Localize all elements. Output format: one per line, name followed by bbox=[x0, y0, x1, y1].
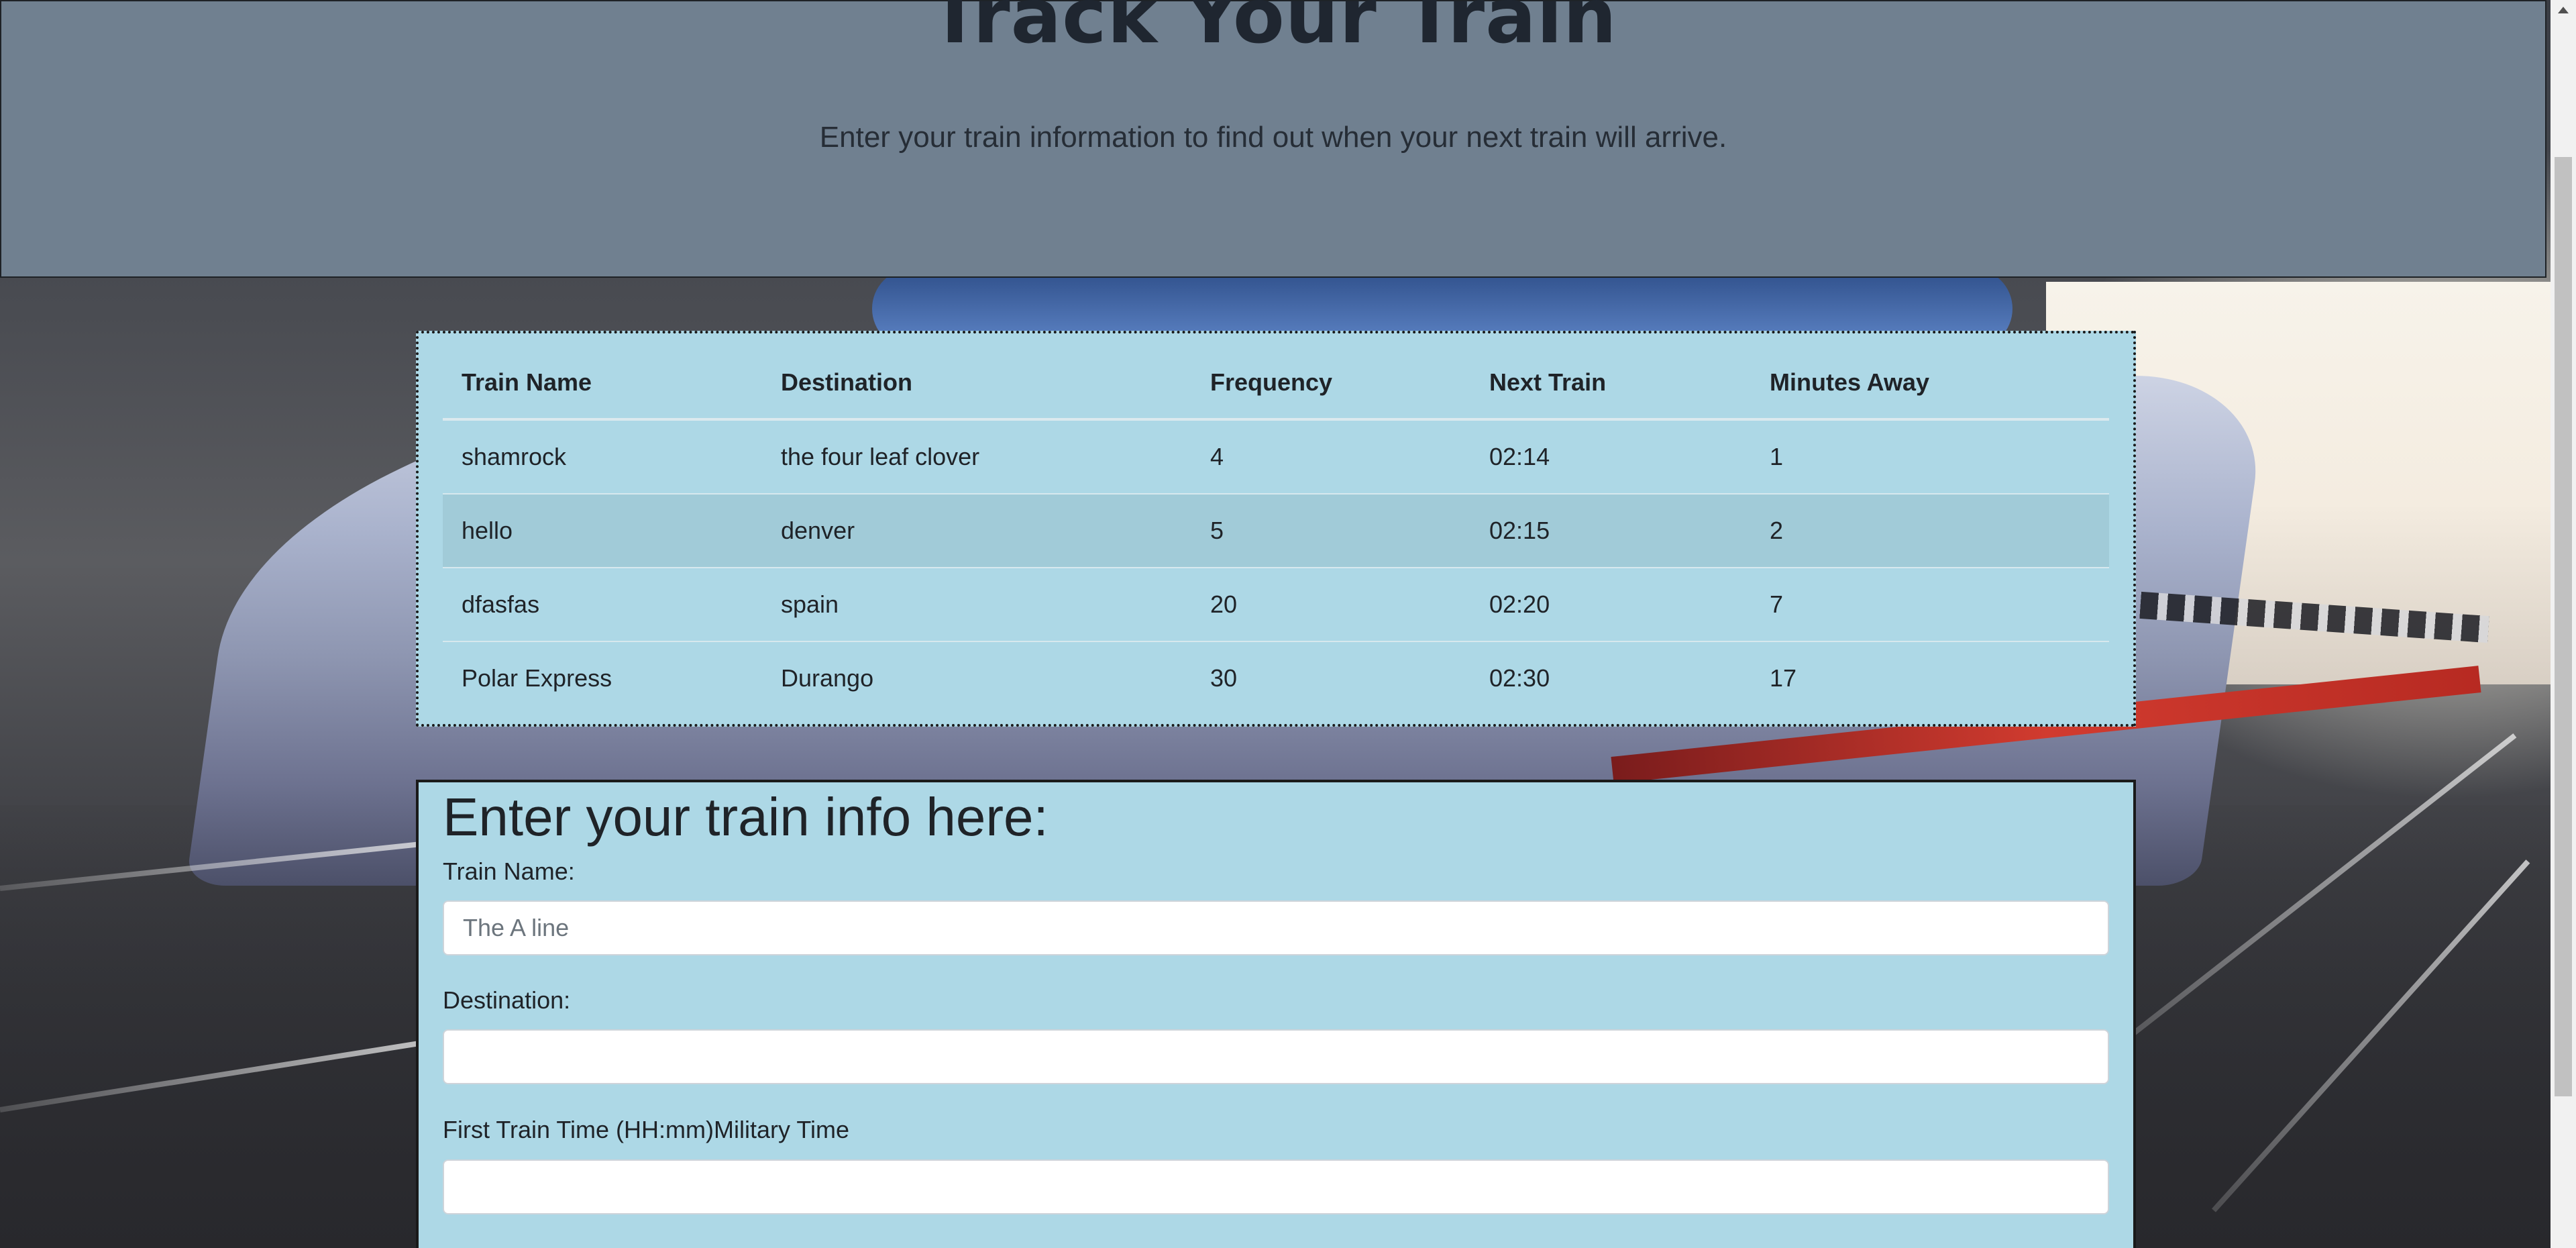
first-train-time-label: First Train Time (HH:mm)Military Time bbox=[443, 1116, 849, 1143]
cell-next-train: 02:15 bbox=[1470, 493, 1751, 568]
cell-next-train: 02:30 bbox=[1470, 641, 1751, 715]
train-schedule-table: Train Name Destination Frequency Next Tr… bbox=[443, 347, 2109, 715]
cell-minutes-away: 17 bbox=[1751, 641, 2109, 715]
cell-train-name: dfasfas bbox=[443, 567, 762, 641]
column-header-minutes-away: Minutes Away bbox=[1751, 347, 2109, 421]
cell-minutes-away: 1 bbox=[1751, 419, 2109, 494]
cell-next-train: 02:20 bbox=[1470, 567, 1751, 641]
destination-input[interactable] bbox=[443, 1029, 2109, 1084]
column-header-train-name: Train Name bbox=[443, 347, 762, 421]
scrollbar-thumb[interactable] bbox=[2555, 157, 2572, 1096]
cell-destination: denver bbox=[762, 493, 1191, 568]
cell-next-train: 02:14 bbox=[1470, 419, 1751, 494]
cell-destination: Durango bbox=[762, 641, 1191, 715]
column-header-destination: Destination bbox=[762, 347, 1191, 421]
cell-train-name: hello bbox=[443, 493, 762, 568]
cell-frequency: 30 bbox=[1191, 641, 1470, 715]
train-name-input[interactable] bbox=[443, 900, 2109, 955]
cell-frequency: 4 bbox=[1191, 419, 1470, 494]
train-schedule-panel: Train Name Destination Frequency Next Tr… bbox=[416, 331, 2136, 727]
cell-train-name: shamrock bbox=[443, 419, 762, 494]
cell-train-name: Polar Express bbox=[443, 641, 762, 715]
table-row: Polar Express Durango 30 02:30 17 bbox=[443, 641, 2109, 715]
cell-frequency: 5 bbox=[1191, 493, 1470, 568]
cell-minutes-away: 7 bbox=[1751, 567, 2109, 641]
add-train-form: Enter your train info here: Train Name: … bbox=[416, 780, 2136, 1248]
page-scrollbar[interactable] bbox=[2551, 0, 2576, 1248]
train-name-label: Train Name: bbox=[443, 857, 575, 885]
page-subtitle: Enter your train information to find out… bbox=[819, 121, 1727, 154]
table-row: shamrock the four leaf clover 4 02:14 1 bbox=[443, 419, 2109, 494]
table-row: hello denver 5 02:15 2 bbox=[443, 493, 2109, 568]
table-header-row: Train Name Destination Frequency Next Tr… bbox=[443, 347, 2109, 421]
cell-frequency: 20 bbox=[1191, 567, 1470, 641]
column-header-frequency: Frequency bbox=[1191, 347, 1470, 421]
cell-destination: spain bbox=[762, 567, 1191, 641]
header-jumbotron: Track Your Train Enter your train inform… bbox=[0, 0, 2546, 278]
form-heading: Enter your train info here: bbox=[443, 787, 1049, 847]
column-header-next-train: Next Train bbox=[1470, 347, 1751, 421]
scroll-up-arrow-icon[interactable] bbox=[2558, 7, 2569, 13]
first-train-time-input[interactable] bbox=[443, 1159, 2109, 1214]
destination-label: Destination: bbox=[443, 986, 571, 1014]
cell-destination: the four leaf clover bbox=[762, 419, 1191, 494]
table-row: dfasfas spain 20 02:20 7 bbox=[443, 567, 2109, 641]
page-title: Track Your Train bbox=[929, 0, 1617, 60]
cell-minutes-away: 2 bbox=[1751, 493, 2109, 568]
